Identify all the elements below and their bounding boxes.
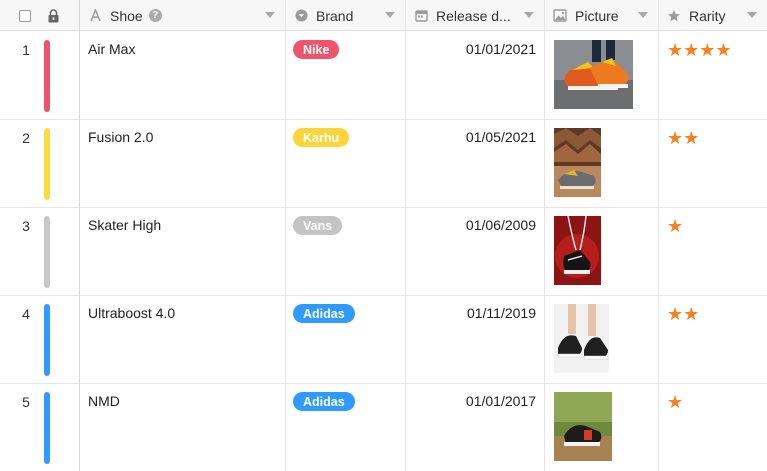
shoe-cell[interactable]: Fusion 2.0	[88, 129, 153, 145]
column-divider	[79, 0, 80, 471]
column-divider[interactable]	[405, 0, 406, 471]
grid-header: Shoe ? Brand Release d... Picture Rarity	[0, 0, 767, 31]
table-row[interactable]: 4 Ultraboost 4.0 Adidas 01/11/2019 ★★	[0, 296, 767, 384]
column-divider[interactable]	[285, 0, 286, 471]
rarity-rating[interactable]: ★★★★	[667, 41, 732, 59]
row-number: 1	[22, 42, 30, 58]
column-header-shoe[interactable]: Shoe ?	[88, 0, 285, 31]
row-color-bar	[44, 40, 50, 112]
release-date-cell[interactable]: 01/01/2017	[406, 393, 536, 409]
shoe-picture-thumbnail[interactable]	[554, 40, 633, 109]
shoe-cell[interactable]: Air Max	[88, 41, 135, 57]
row-color-bar	[44, 128, 50, 200]
chevron-down-icon[interactable]	[385, 12, 395, 18]
text-type-icon	[88, 9, 102, 23]
column-label-rarity: Rarity	[689, 7, 726, 24]
shoe-picture-thumbnail[interactable]	[554, 128, 601, 197]
shoe-picture-thumbnail[interactable]	[554, 304, 609, 373]
row-number: 2	[22, 130, 30, 146]
help-icon[interactable]: ?	[148, 9, 162, 22]
rarity-rating[interactable]: ★	[667, 217, 683, 235]
row-number: 3	[22, 218, 30, 234]
calendar-icon	[414, 9, 428, 23]
select-all-checkbox[interactable]	[19, 0, 33, 31]
chevron-down-icon[interactable]	[524, 12, 534, 18]
table-row[interactable]: 3 Skater High Vans 01/06/2009 ★	[0, 208, 767, 296]
chevron-down-icon[interactable]	[265, 12, 275, 18]
shoe-cell[interactable]: NMD	[88, 393, 120, 409]
column-header-rarity[interactable]: Rarity	[667, 0, 767, 31]
column-header-release-date[interactable]: Release d...	[414, 0, 544, 31]
release-date-cell[interactable]: 01/01/2021	[406, 41, 536, 57]
shoe-picture-thumbnail[interactable]	[554, 216, 601, 285]
single-select-icon	[294, 9, 308, 23]
rarity-rating[interactable]: ★★	[667, 305, 699, 323]
star-icon	[667, 9, 681, 23]
row-color-bar	[44, 216, 50, 288]
column-label-shoe: Shoe	[110, 7, 143, 24]
shoe-cell[interactable]: Skater High	[88, 217, 161, 233]
table-row[interactable]: 1 Air Max Nike 01/01/2021 ★★★★	[0, 32, 767, 120]
row-color-bar	[44, 392, 50, 464]
chevron-down-icon[interactable]	[638, 12, 648, 18]
column-label-brand: Brand	[316, 7, 354, 24]
release-date-cell[interactable]: 01/06/2009	[406, 217, 536, 233]
row-number: 5	[22, 394, 30, 410]
brand-badge[interactable]: Vans	[293, 216, 343, 235]
release-date-cell[interactable]: 01/11/2019	[406, 305, 536, 321]
shoe-picture-thumbnail[interactable]	[554, 392, 612, 461]
column-label-picture: Picture	[575, 7, 619, 24]
column-header-brand[interactable]: Brand	[294, 0, 405, 31]
table-row[interactable]: 5 NMD Adidas 01/01/2017 ★	[0, 384, 767, 471]
row-color-bar	[44, 304, 50, 376]
image-icon	[553, 9, 567, 23]
data-grid: Shoe ? Brand Release d... Picture Rarity…	[0, 0, 767, 471]
release-date-cell[interactable]: 01/05/2021	[406, 129, 536, 145]
chevron-down-icon[interactable]	[747, 12, 757, 18]
rarity-rating[interactable]: ★★	[667, 129, 699, 147]
shoe-cell[interactable]: Ultraboost 4.0	[88, 305, 175, 321]
column-divider[interactable]	[658, 0, 659, 471]
lock-icon[interactable]	[47, 0, 63, 31]
brand-badge[interactable]: Nike	[293, 40, 340, 59]
table-row[interactable]: 2 Fusion 2.0 Karhu 01/05/2021 ★★	[0, 120, 767, 208]
column-header-picture[interactable]: Picture	[553, 0, 658, 31]
row-number: 4	[22, 306, 30, 322]
brand-badge[interactable]: Karhu	[293, 128, 350, 147]
column-divider[interactable]	[544, 0, 545, 471]
brand-badge[interactable]: Adidas	[293, 304, 355, 323]
rarity-rating[interactable]: ★	[667, 393, 683, 411]
brand-badge[interactable]: Adidas	[293, 392, 355, 411]
